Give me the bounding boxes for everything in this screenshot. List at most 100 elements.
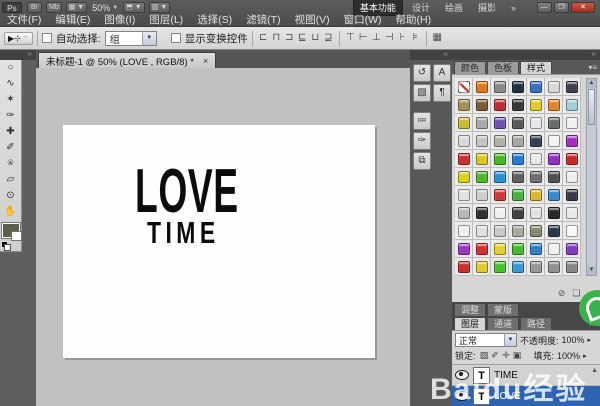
styles-scrollbar[interactable]: ▲ ▼ [586,78,597,276]
workspace-button-photography[interactable]: 摄影 [472,0,502,15]
style-swatch[interactable] [455,186,473,204]
new-style-icon[interactable]: ❏ [572,288,580,299]
brush-presets-panel-icon[interactable]: ✑ [413,132,431,150]
style-swatch[interactable] [455,132,473,150]
style-swatch[interactable] [491,240,509,258]
style-swatch[interactable] [563,186,581,204]
style-swatch[interactable] [473,150,491,168]
style-swatch[interactable] [545,78,563,96]
canvas-text-love[interactable]: LOVE [135,161,239,223]
scrollbar-thumb[interactable] [588,89,595,125]
style-swatch[interactable] [545,258,563,276]
paragraph-panel-icon[interactable]: ¶ [433,84,451,102]
chevron-right-icon[interactable]: ▸ [583,352,587,360]
style-swatch[interactable] [491,132,509,150]
character-panel-icon[interactable]: A [433,64,451,82]
canvas-text-time[interactable]: TIME [147,217,220,248]
panel-dock-collapse-header[interactable]: ›› [452,50,600,60]
elliptical-marquee-tool[interactable]: ○ [0,60,21,76]
panel-menu-icon[interactable]: ▾≡ [588,61,597,74]
scroll-up-icon[interactable]: ▲ [591,367,598,374]
scroll-down-icon[interactable]: ▼ [587,266,596,275]
clone-source-panel-icon[interactable]: ⧉ [413,152,431,170]
align-icon-0[interactable]: ⊏ [257,29,270,47]
style-swatch[interactable] [473,132,491,150]
style-swatch[interactable] [563,204,581,222]
clear-style-icon[interactable]: ⊘ [558,288,566,299]
distribute-icon-2[interactable]: ⊥ [370,29,383,47]
minimize-button[interactable]: — [537,2,552,13]
restore-button[interactable]: ❐ [554,2,569,13]
align-icon-5[interactable]: ⊒ [322,29,335,47]
style-swatch[interactable] [455,78,473,96]
style-swatch[interactable] [545,96,563,114]
align-icon-2[interactable]: ⊐ [283,29,296,47]
style-swatch[interactable] [509,168,527,186]
style-swatch[interactable] [563,96,581,114]
actions-panel-icon[interactable]: ▧ [413,84,431,102]
default-colors-icon[interactable] [1,241,9,249]
tab-channels[interactable]: 通道 [487,317,519,330]
style-swatch[interactable] [527,78,545,96]
style-swatch[interactable] [455,240,473,258]
style-swatch[interactable] [455,222,473,240]
document-canvas[interactable]: LOVE TIME [63,125,375,358]
style-swatch[interactable] [473,222,491,240]
style-swatch[interactable] [455,258,473,276]
style-swatch[interactable] [455,204,473,222]
lasso-tool[interactable]: ∿ [0,76,21,92]
tab-paths[interactable]: 路径 [520,317,552,330]
style-swatch[interactable] [509,258,527,276]
brush-panel-icon[interactable]: ≔ [413,112,431,130]
style-swatch[interactable] [545,132,563,150]
style-swatch[interactable] [455,114,473,132]
tab-styles[interactable]: 样式 [520,61,552,74]
style-swatch[interactable] [563,258,581,276]
distribute-icon-5[interactable]: ⊧ [409,29,422,47]
style-swatch[interactable] [473,114,491,132]
lock-image-pixels-icon[interactable]: ✐ [490,350,501,361]
style-swatch[interactable] [545,204,563,222]
style-swatch[interactable] [491,150,509,168]
style-swatch[interactable] [509,132,527,150]
bridge-icon[interactable]: Br [27,2,42,13]
menu-item-filter[interactable]: 滤镜(T) [239,14,287,27]
clone-stamp-tool[interactable]: ⍟ [0,156,21,172]
workspace-button-more[interactable]: » [505,2,522,14]
move-tool-badge[interactable]: ▶⊹ ▼ [4,32,33,45]
scroll-up-icon[interactable]: ▲ [587,79,596,88]
style-swatch[interactable] [527,222,545,240]
quick-selection-tool[interactable]: ✶ [0,92,21,108]
hand-tool[interactable]: ✋ [0,204,21,220]
style-swatch[interactable] [527,150,545,168]
style-swatch[interactable] [509,186,527,204]
zoom-level-dropdown[interactable]: 50% ▼ [92,3,118,13]
style-swatch[interactable] [563,240,581,258]
icon-dock-collapse-header[interactable]: ‹‹ [410,50,452,60]
align-icon-4[interactable]: ⊔ [309,29,322,47]
style-swatch[interactable] [527,186,545,204]
tab-layers[interactable]: 图层 [454,317,486,330]
style-swatch[interactable] [509,96,527,114]
align-icon-3[interactable]: ⊑ [296,29,309,47]
blend-mode-dropdown[interactable]: 正常 ▼ [455,333,517,347]
style-swatch[interactable] [473,186,491,204]
eraser-tool[interactable]: ▱ [0,172,21,188]
style-swatch[interactable] [509,150,527,168]
style-swatch[interactable] [527,132,545,150]
eyedropper-tool[interactable]: ✑ [0,108,21,124]
style-swatch[interactable] [527,168,545,186]
tab-color[interactable]: 颜色 [454,61,486,74]
style-swatch[interactable] [473,96,491,114]
background-color-swatch[interactable] [11,231,22,241]
show-transform-checkbox[interactable] [171,33,181,43]
auto-select-dropdown[interactable]: 组 ▼ [105,31,157,46]
workspace-button-design[interactable]: 设计 [406,0,436,15]
style-swatch[interactable] [563,78,581,96]
style-swatch[interactable] [491,96,509,114]
style-swatch[interactable] [563,114,581,132]
style-swatch[interactable] [563,168,581,186]
chevron-right-icon[interactable]: ▸ [588,336,592,344]
style-swatch[interactable] [473,78,491,96]
style-swatch[interactable] [527,96,545,114]
